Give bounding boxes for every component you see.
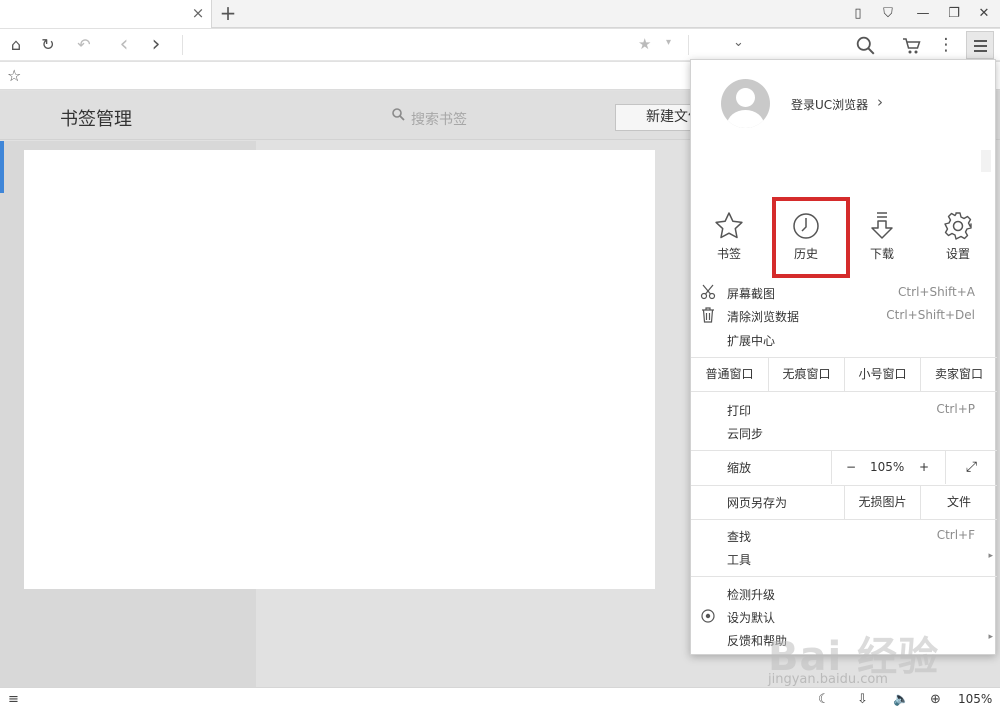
- phone-icon[interactable]: ▯: [848, 5, 868, 23]
- fullscreen-button[interactable]: ⤢: [945, 451, 997, 484]
- menu-item-cloud-sync[interactable]: 云同步: [691, 422, 997, 444]
- more-icon[interactable]: ⋮: [936, 35, 956, 55]
- main-menu-button[interactable]: [966, 31, 994, 59]
- menu-item-label: 工具: [727, 553, 752, 567]
- minimize-button[interactable]: —: [913, 5, 933, 23]
- undo-icon[interactable]: ↶: [74, 35, 94, 55]
- shortcut-label: Ctrl+P: [936, 402, 975, 416]
- divider: [691, 519, 997, 520]
- close-window-button[interactable]: ✕: [974, 5, 994, 23]
- bookmarks-star-icon[interactable]: ☆: [7, 66, 21, 85]
- chevron-right-icon: ›: [877, 93, 883, 111]
- settings-label: 设置: [945, 247, 970, 261]
- menu-item-label: 缩放: [727, 461, 752, 475]
- menu-item-label: 扩展中心: [727, 334, 776, 348]
- gear-icon: [944, 212, 972, 240]
- history-highlight-box: [772, 197, 850, 278]
- address-dropdown-icon[interactable]: ▾: [666, 37, 671, 48]
- menu-item-label: 检测升级: [727, 588, 776, 602]
- radio-target-icon: [701, 609, 715, 623]
- back-icon[interactable]: ‹: [114, 34, 134, 56]
- star-icon: [715, 212, 743, 239]
- downloads-label: 下载: [869, 247, 894, 261]
- active-tab[interactable]: ×: [0, 0, 212, 28]
- menu-item-screenshot[interactable]: 屏幕截图 Ctrl+Shift+A: [691, 282, 997, 304]
- downloads-button[interactable]: 下载: [844, 204, 920, 276]
- scrollbar[interactable]: [981, 150, 991, 172]
- zoom-icon[interactable]: ⊕: [930, 691, 941, 709]
- submenu-arrow-icon: ▸: [988, 551, 993, 561]
- selected-folder-indicator: [0, 141, 4, 193]
- volume-icon[interactable]: 🔈: [893, 691, 909, 709]
- search-icon: [392, 108, 405, 121]
- normal-window-button[interactable]: 普通窗口: [691, 358, 768, 391]
- home-icon[interactable]: ⌂: [6, 35, 26, 55]
- main-menu-dropdown: 登录UC浏览器 › 书签 历史 下载 设置 屏幕截图 Ctrl+Shift+A …: [690, 59, 997, 655]
- divider: [688, 35, 689, 55]
- zoom-value: 105%: [870, 460, 905, 474]
- menu-item-label: 打印: [727, 404, 752, 418]
- menu-item-label: 清除浏览数据: [727, 310, 800, 324]
- night-mode-icon[interactable]: ☾: [818, 691, 830, 709]
- bookmark-search-input[interactable]: 搜索书签: [411, 109, 467, 129]
- settings-button[interactable]: 设置: [920, 204, 996, 276]
- menu-item-print[interactable]: 打印 Ctrl+P: [691, 399, 997, 421]
- menu-item-label: 网页另存为: [727, 496, 788, 510]
- page-title: 书签管理: [60, 109, 132, 130]
- shortcut-label: Ctrl+Shift+A: [898, 285, 975, 299]
- divider: [691, 391, 997, 392]
- divider: [182, 35, 183, 55]
- menu-item-tools[interactable]: 工具 ▸: [691, 548, 997, 570]
- bookmark-list-panel: [24, 150, 655, 589]
- shirt-icon[interactable]: ⛉: [878, 5, 898, 23]
- new-tab-button[interactable]: +: [218, 2, 238, 24]
- zoom-level[interactable]: 105%: [958, 692, 992, 706]
- toolbar: ⌂ ↻ ↶ ‹ › ★ ▾ ⌄ ⋮: [0, 29, 1000, 61]
- menu-item-label: 查找: [727, 530, 752, 544]
- sidebar-toggle-icon[interactable]: ≡: [8, 691, 19, 709]
- menu-item-label: 云同步: [727, 427, 764, 441]
- cart-icon[interactable]: [902, 36, 922, 56]
- submenu-arrow-icon: ▸: [988, 632, 993, 642]
- download-icon[interactable]: ⇩: [857, 691, 868, 709]
- status-bar: ≡ ☾ ⇩ 🔈 ⊕ 105%: [0, 687, 1000, 713]
- download-icon: [871, 212, 893, 239]
- scissors-icon: [700, 284, 716, 300]
- tab-close-button[interactable]: ×: [190, 4, 206, 22]
- tab-strip: × + ▯ ⛉ — ❐ ✕: [0, 0, 1000, 28]
- seller-window-button[interactable]: 卖家窗口: [920, 358, 997, 391]
- bookmark-star-icon[interactable]: ★: [638, 35, 651, 53]
- restore-button[interactable]: ❐: [944, 5, 964, 23]
- divider: [691, 576, 997, 577]
- refresh-icon[interactable]: ↻: [38, 35, 58, 55]
- incognito-window-button[interactable]: 无痕窗口: [768, 358, 844, 391]
- zoom-control: − 105% +: [831, 451, 945, 484]
- shortcut-label: Ctrl+F: [936, 528, 975, 542]
- avatar[interactable]: [721, 79, 770, 128]
- search-engine-dropdown-icon[interactable]: ⌄: [733, 35, 744, 50]
- trash-icon: [702, 307, 714, 323]
- bookmarks-button[interactable]: 书签: [691, 204, 767, 276]
- baidu-watermark-url: jingyan.baidu.com: [768, 672, 888, 687]
- save-lossless-image-button[interactable]: 无损图片: [844, 486, 920, 519]
- forward-icon[interactable]: ›: [146, 34, 166, 56]
- search-icon[interactable]: [856, 36, 876, 56]
- menu-item-label: 屏幕截图: [727, 287, 776, 301]
- zoom-out-button[interactable]: −: [846, 451, 856, 484]
- login-link[interactable]: 登录UC浏览器: [791, 96, 868, 113]
- menu-item-clear-data[interactable]: 清除浏览数据 Ctrl+Shift+Del: [691, 305, 997, 327]
- menu-item-find[interactable]: 查找 Ctrl+F: [691, 525, 997, 547]
- save-file-button[interactable]: 文件: [920, 486, 997, 519]
- zoom-in-button[interactable]: +: [919, 451, 929, 484]
- shortcut-label: Ctrl+Shift+Del: [886, 308, 975, 322]
- menu-item-check-update[interactable]: 检测升级: [691, 583, 997, 605]
- alt-account-window-button[interactable]: 小号窗口: [844, 358, 920, 391]
- bookmarks-label: 书签: [716, 247, 741, 261]
- menu-item-extensions[interactable]: 扩展中心: [691, 329, 997, 351]
